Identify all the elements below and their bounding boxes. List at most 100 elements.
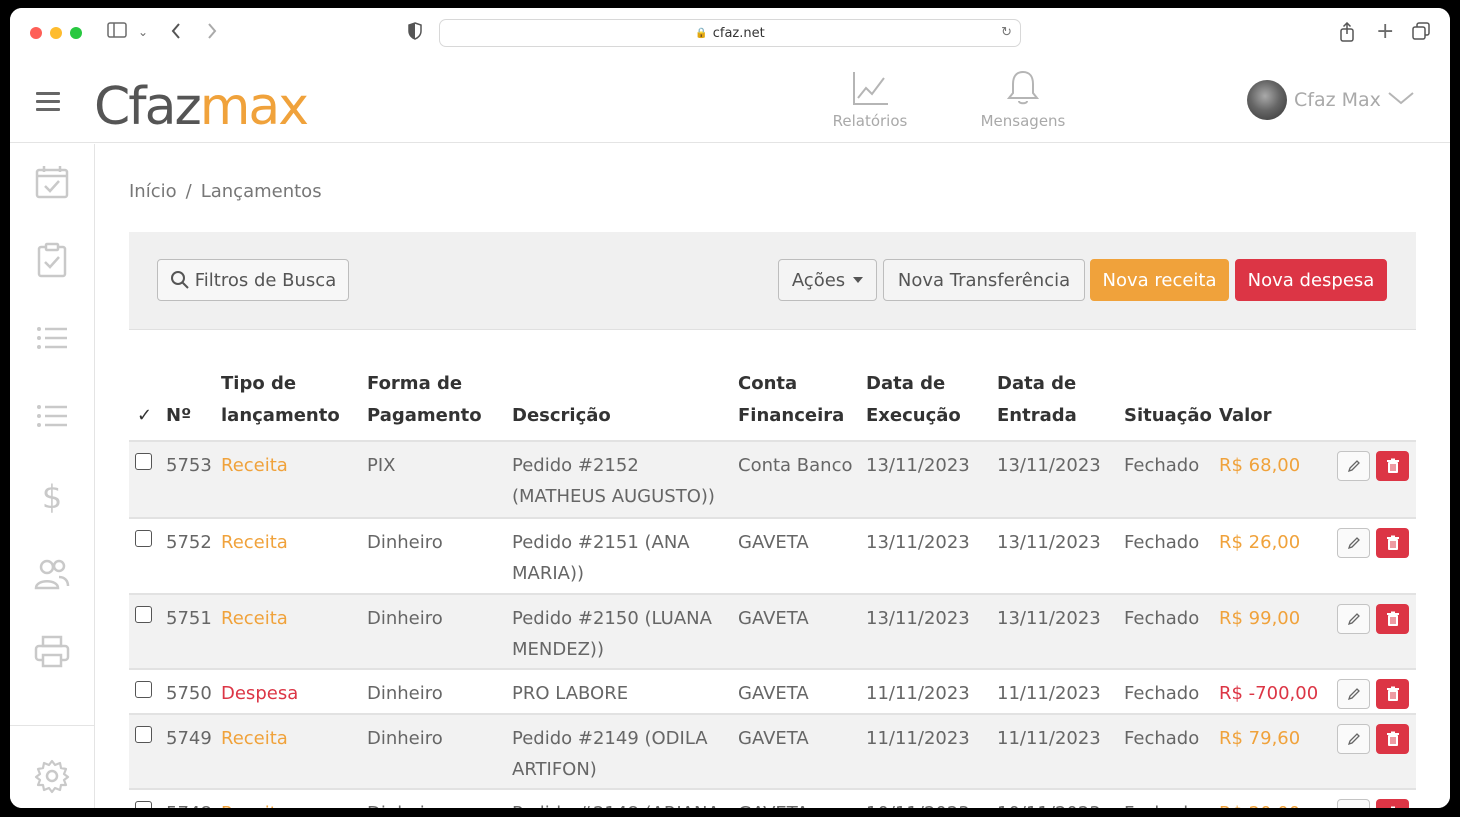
nav-reports-label: Relatórios — [832, 112, 908, 130]
nav-messages[interactable]: Mensagens — [977, 68, 1069, 130]
row-number: 5748 — [166, 798, 212, 808]
edit-button[interactable] — [1337, 528, 1370, 558]
row-checkbox[interactable] — [135, 681, 152, 698]
row-account: GAVETA — [738, 683, 809, 704]
edit-button[interactable] — [1337, 799, 1370, 808]
row-checkbox[interactable] — [135, 530, 152, 547]
pencil-icon — [1347, 460, 1360, 473]
users-icon[interactable] — [34, 556, 70, 592]
row-payment: Dinheiro — [367, 608, 443, 629]
row-value: R$ 26,00 — [1219, 532, 1301, 553]
row-description-line2: MARIA)) — [512, 563, 585, 584]
shield-icon[interactable] — [407, 22, 423, 45]
maximize-window-button[interactable] — [70, 27, 82, 39]
row-exec-date: 13/11/2023 — [866, 532, 970, 553]
list-icon[interactable] — [34, 398, 70, 434]
row-description: Pedido #2151 (ANA MARIA)) — [512, 527, 690, 589]
new-transfer-button[interactable]: Nova Transferência — [883, 259, 1085, 301]
reload-icon[interactable]: ↻ — [1001, 25, 1012, 40]
actions-dropdown[interactable]: Ações — [778, 259, 877, 301]
table-row[interactable]: 5752 Receita Dinheiro Pedido #2151 (ANA … — [129, 517, 1416, 593]
row-description: Pedido #2149 (ODILA ARTIFON) — [512, 723, 708, 785]
row-status: Fechado — [1124, 455, 1200, 476]
row-type: Receita — [221, 608, 288, 629]
pencil-icon — [1346, 806, 1362, 808]
table-row[interactable]: 5749 Receita Dinheiro Pedido #2149 (ODIL… — [129, 713, 1416, 788]
search-filters-button[interactable]: Filtros de Busca — [157, 259, 349, 301]
logo-text-accent: max — [199, 77, 309, 137]
nav-reports[interactable]: Relatórios — [830, 68, 910, 130]
row-description: Pedido #2150 (LUANA MENDEZ)) — [512, 603, 712, 665]
col-exec-date[interactable]: Data de Execução — [866, 368, 961, 432]
tabs-overview-icon[interactable] — [1412, 22, 1430, 45]
clipboard-check-icon[interactable] — [34, 242, 70, 278]
edit-button[interactable] — [1337, 724, 1370, 754]
col-account[interactable]: Conta Financeira — [738, 368, 844, 432]
row-description-line1: Pedido #2152 — [512, 455, 639, 476]
new-tab-icon[interactable]: + — [1376, 21, 1394, 43]
back-icon[interactable] — [170, 22, 182, 45]
delete-button[interactable] — [1376, 679, 1409, 709]
main-content: Início / Lançamentos Filtros de Busca Açõe… — [96, 144, 1450, 808]
col-number[interactable]: Nº — [166, 400, 191, 432]
row-account: GAVETA — [738, 608, 809, 629]
share-icon[interactable] — [1339, 21, 1355, 47]
sidebar-toggle-icon[interactable] — [107, 22, 127, 43]
user-profile-menu[interactable]: Cfaz Max — [1247, 80, 1415, 120]
close-window-button[interactable] — [30, 27, 42, 39]
trash-icon — [1386, 686, 1399, 701]
delete-button[interactable] — [1376, 528, 1409, 558]
row-checkbox[interactable] — [135, 606, 152, 623]
row-entry-date: 13/11/2023 — [997, 532, 1101, 553]
calendar-check-icon[interactable] — [34, 164, 70, 200]
gear-icon[interactable] — [34, 758, 70, 794]
col-payment[interactable]: Forma de Pagamento — [367, 368, 482, 432]
row-checkbox[interactable] — [135, 726, 152, 743]
logo[interactable]: Cfazmax — [94, 72, 309, 142]
table-header: ✓ Nº Tipo de lançamento Forma de Pagamen… — [129, 362, 1416, 440]
row-payment: PIX — [367, 455, 396, 476]
menu-icon[interactable] — [36, 92, 60, 111]
delete-button[interactable] — [1376, 451, 1409, 481]
row-payment: Dinheiro — [367, 728, 443, 749]
row-status: Fechado — [1124, 532, 1200, 553]
col-account-line1: Conta — [738, 373, 798, 394]
col-type[interactable]: Tipo de lançamento — [221, 368, 340, 432]
chevron-down-icon[interactable]: ⌄ — [138, 22, 148, 42]
dollar-icon[interactable]: $ — [34, 478, 70, 516]
delete-button[interactable] — [1376, 724, 1409, 754]
edit-button[interactable] — [1337, 604, 1370, 634]
minimize-window-button[interactable] — [50, 27, 62, 39]
col-entry-date[interactable]: Data de Entrada — [997, 368, 1077, 432]
col-entry-line2: Entrada — [997, 405, 1077, 426]
new-income-button[interactable]: Nova receita — [1090, 259, 1229, 301]
edit-button[interactable] — [1337, 679, 1370, 709]
row-checkbox[interactable] — [135, 453, 152, 470]
row-exec-date: 13/11/2023 — [866, 455, 970, 476]
new-expense-button[interactable]: Nova despesa — [1235, 259, 1387, 301]
list-icon[interactable] — [34, 320, 70, 356]
sidebar-divider — [10, 725, 95, 726]
table-row[interactable]: 5753 Receita PIX Pedido #2152 (MATHEUS A… — [129, 440, 1416, 517]
row-description-line1: PRO LABORE — [512, 683, 629, 704]
forward-icon[interactable] — [206, 22, 218, 45]
row-description: PRO LABORE — [512, 678, 628, 709]
row-description-line2: (MATHEUS AUGUSTO)) — [512, 486, 715, 507]
table-row[interactable]: 5750 Despesa Dinheiro PRO LABORE GAVETA … — [129, 668, 1416, 713]
edit-button[interactable] — [1337, 451, 1370, 481]
select-all-check[interactable]: ✓ — [137, 400, 152, 432]
col-status[interactable]: Situação — [1124, 400, 1212, 432]
address-bar[interactable]: 🔒 cfaz.net ↻ — [439, 19, 1021, 47]
table-row[interactable]: 5748 Receita Dinheiro Pedido #2148 (ARIA… — [129, 788, 1416, 808]
col-value[interactable]: Valor — [1219, 400, 1272, 432]
col-description[interactable]: Descrição — [512, 400, 611, 432]
delete-button[interactable] — [1376, 604, 1409, 634]
table-row[interactable]: 5751 Receita Dinheiro Pedido #2150 (LUAN… — [129, 593, 1416, 668]
row-entry-date: 13/11/2023 — [997, 608, 1101, 629]
url-text: cfaz.net — [712, 25, 765, 41]
printer-icon[interactable] — [34, 634, 70, 670]
breadcrumb-home[interactable]: Início — [129, 181, 177, 202]
row-checkbox[interactable] — [135, 801, 152, 808]
breadcrumb-separator: / — [185, 181, 192, 202]
delete-button[interactable] — [1376, 799, 1409, 808]
